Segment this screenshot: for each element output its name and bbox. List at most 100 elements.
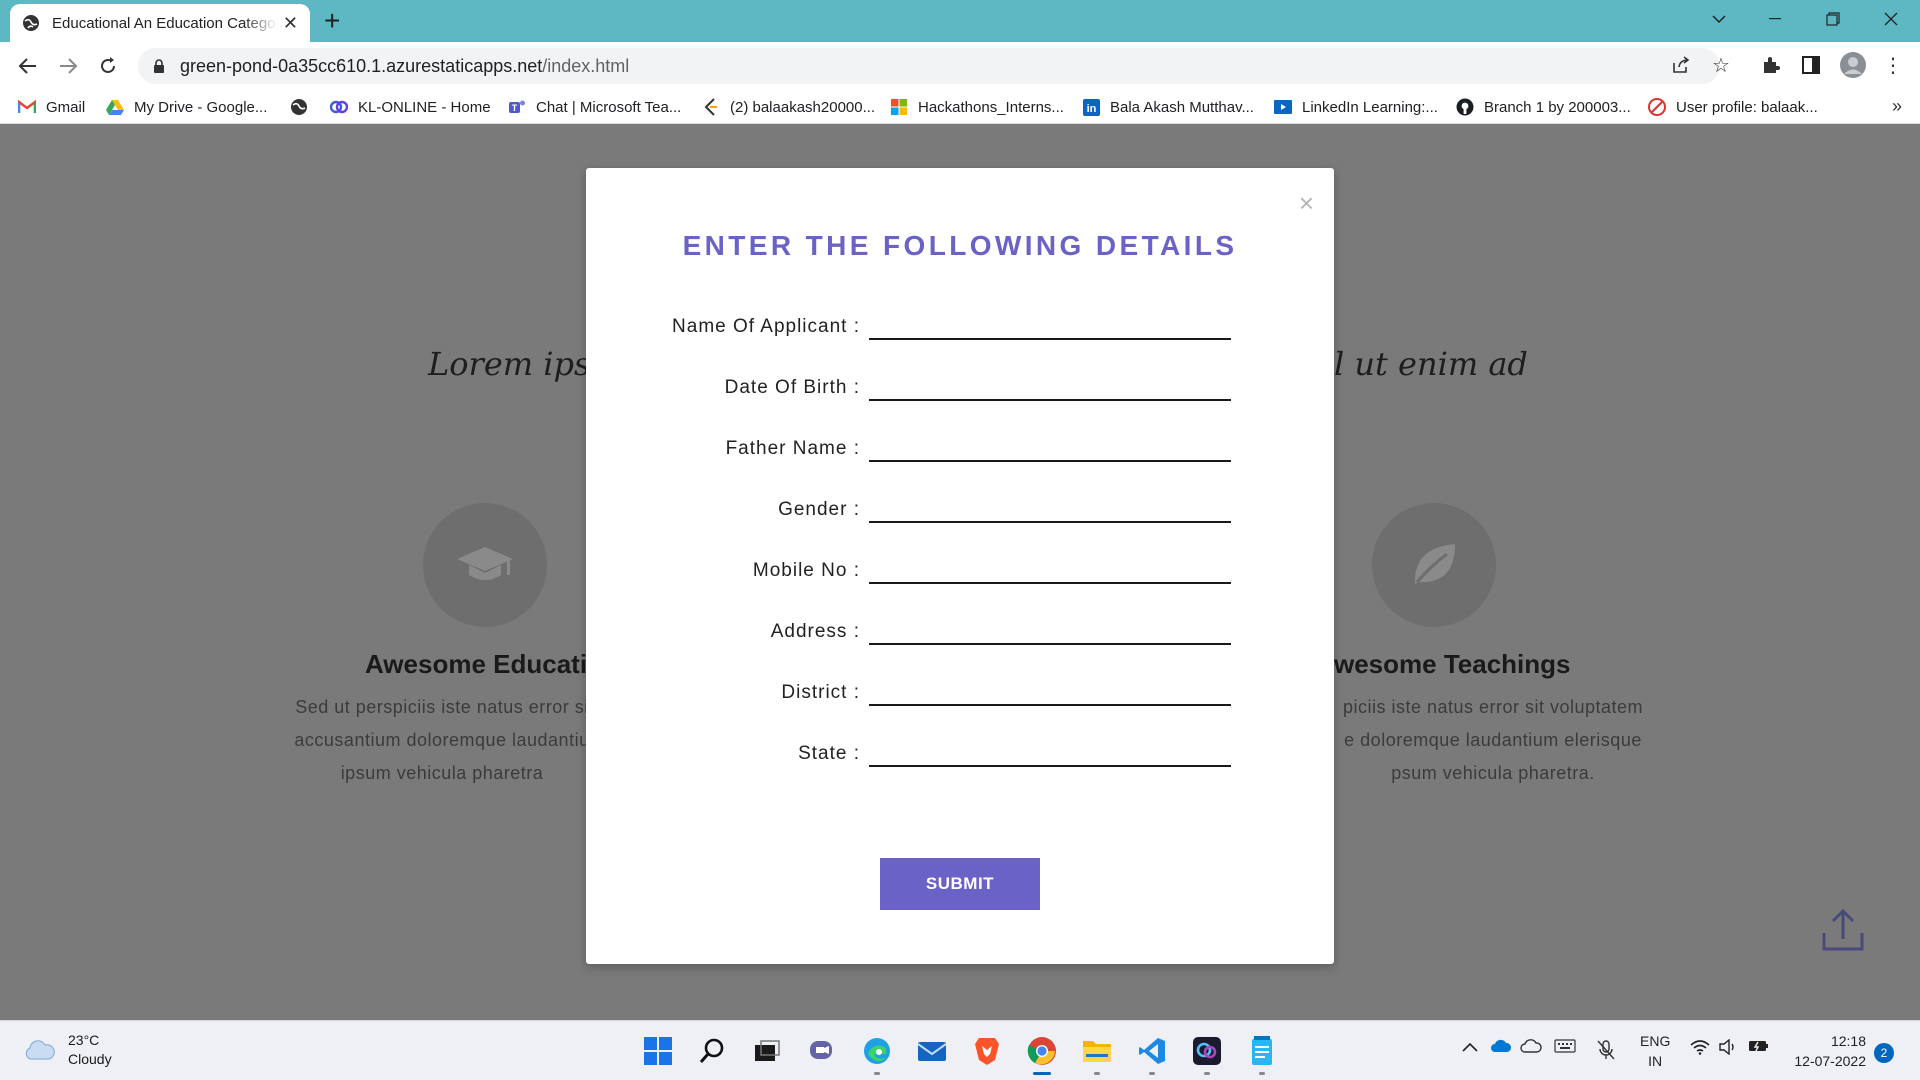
window-close-icon[interactable] — [1866, 0, 1916, 38]
keyboard-icon[interactable] — [1554, 1039, 1576, 1058]
bookmark-teams[interactable]: T Chat | Microsoft Tea... — [508, 97, 681, 117]
battery-icon[interactable] — [1748, 1039, 1770, 1058]
microphone-muted-icon[interactable] — [1596, 1039, 1616, 1066]
system-clock[interactable]: 12:18 12-07-2022 — [1786, 1031, 1866, 1071]
tab-title: Educational An Education Catego — [52, 14, 276, 32]
chrome-icon[interactable] — [1024, 1033, 1060, 1075]
forward-arrow-icon[interactable] — [54, 52, 82, 80]
linkedin-icon: in — [1082, 98, 1100, 116]
browser-toolbar: green-pond-0a35cc610.1.azurestaticapps.n… — [0, 42, 1920, 90]
language-indicator[interactable]: ENG IN — [1640, 1031, 1670, 1071]
bookmark-user-profile[interactable]: User profile: balaak... — [1648, 97, 1818, 117]
field-label: Mobile No : — [752, 560, 860, 581]
restore-icon[interactable] — [1808, 0, 1858, 38]
field-label: State : — [798, 743, 860, 764]
wifi-icon[interactable] — [1690, 1039, 1710, 1060]
gender-input[interactable] — [869, 489, 1231, 523]
tab-close-icon[interactable]: ✕ — [283, 13, 298, 34]
bookmark-leetcode[interactable]: (2) balaakash20000... — [702, 97, 875, 117]
leaf-icon — [1372, 503, 1496, 627]
windows-taskbar: 23°C Cloudy ENG IN 12:18 12-07-2022 2 — [0, 1020, 1920, 1080]
district-input[interactable] — [869, 672, 1231, 706]
profile-avatar[interactable] — [1838, 50, 1868, 80]
address-input[interactable] — [869, 611, 1231, 645]
chevron-up-icon[interactable] — [1462, 1039, 1478, 1057]
weather-temp: 23°C — [68, 1032, 100, 1048]
extensions-icon[interactable] — [1756, 50, 1786, 80]
back-arrow-icon[interactable] — [14, 52, 42, 80]
field-label: Address : — [770, 621, 860, 642]
bookmark-linkedin[interactable]: in Bala Akash Mutthav... — [1082, 97, 1254, 117]
bookmark-hackathons[interactable]: Hackathons_Interns... — [890, 97, 1064, 117]
onedrive-personal-icon[interactable] — [1520, 1039, 1542, 1058]
search-icon[interactable] — [694, 1033, 730, 1069]
globe-icon — [22, 14, 40, 32]
weather-widget[interactable]: 23°C Cloudy — [22, 1031, 112, 1069]
mobile-no-input[interactable] — [869, 550, 1231, 584]
tab-search-icon[interactable] — [1694, 0, 1744, 38]
browser-tab-active[interactable]: Educational An Education Catego ✕ — [10, 4, 310, 42]
volume-icon[interactable] — [1718, 1038, 1738, 1060]
scroll-to-top-icon[interactable] — [1820, 907, 1866, 953]
task-view-icon[interactable] — [749, 1033, 785, 1069]
onedrive-icon[interactable] — [1490, 1039, 1512, 1058]
bookmark-drive[interactable]: My Drive - Google... — [106, 97, 267, 117]
submit-button[interactable]: SUBMIT — [880, 858, 1040, 910]
file-explorer-icon[interactable] — [1079, 1033, 1115, 1075]
bookmark-gmail[interactable]: Gmail — [18, 97, 85, 117]
father-name-input[interactable] — [869, 428, 1231, 462]
linkedin-learning-icon — [1274, 98, 1292, 116]
feature-title-education: Awesome Educatio — [365, 649, 603, 679]
svg-text:in: in — [1086, 103, 1096, 115]
mail-icon[interactable] — [914, 1033, 950, 1069]
date-of-birth-input[interactable] — [869, 367, 1231, 401]
leetcode-icon — [702, 98, 720, 116]
field-label: Date Of Birth : — [724, 377, 860, 398]
field-date-of-birth: Date Of Birth : — [586, 367, 1334, 407]
teams-icon: T — [508, 98, 526, 116]
bookmarks-overflow-icon[interactable]: » — [1892, 96, 1902, 117]
modal-close-icon[interactable]: × — [1299, 190, 1314, 216]
teams-chat-icon[interactable] — [804, 1033, 840, 1069]
microsoft-icon — [890, 98, 908, 116]
field-district: District : — [586, 672, 1334, 712]
bookmark-kl-online[interactable]: KL-ONLINE - Home — [330, 97, 491, 117]
bookmark-star-icon[interactable]: ☆ — [1706, 50, 1736, 80]
notepad-icon[interactable] — [1244, 1033, 1280, 1075]
reload-icon[interactable] — [94, 52, 122, 80]
gmail-icon — [18, 98, 36, 116]
script-heading-right: l ut enim ad — [1334, 345, 1528, 383]
share-icon[interactable] — [1666, 50, 1696, 80]
feature-text-education: Sed ut perspiciis iste natus error si ac… — [294, 697, 590, 783]
edge-icon[interactable] — [859, 1033, 895, 1075]
minimize-icon[interactable] — [1750, 0, 1800, 38]
bookmarks-bar: Gmail My Drive - Google... KL-ONLINE - H… — [0, 90, 1920, 124]
applicant-name-input[interactable] — [869, 306, 1231, 340]
notification-badge[interactable]: 2 — [1874, 1043, 1894, 1063]
field-gender: Gender : — [586, 489, 1334, 529]
bookmark-globe[interactable] — [290, 97, 318, 117]
app-launcher-icon[interactable] — [1189, 1033, 1225, 1075]
vscode-icon[interactable] — [1134, 1033, 1170, 1075]
field-state: State : — [586, 733, 1334, 773]
field-mobile-no: Mobile No : — [586, 550, 1334, 590]
profile-icon — [1648, 98, 1666, 116]
bookmark-linkedin-learning[interactable]: LinkedIn Learning:... — [1274, 97, 1438, 117]
field-label: District : — [781, 682, 860, 703]
new-tab-button[interactable]: + — [324, 6, 340, 36]
graduation-cap-icon — [423, 503, 547, 627]
feature-text-teachings: piciis iste natus error sit voluptatem e… — [1342, 697, 1644, 783]
address-bar[interactable]: green-pond-0a35cc610.1.azurestaticapps.n… — [138, 48, 1720, 84]
state-input[interactable] — [869, 733, 1231, 767]
field-label: Father Name : — [725, 438, 860, 459]
svg-text:T: T — [512, 103, 518, 113]
google-drive-icon — [106, 98, 124, 116]
kl-online-icon — [330, 98, 348, 116]
brave-icon[interactable] — [969, 1033, 1005, 1069]
field-label: Gender : — [778, 499, 860, 520]
start-windows-icon[interactable] — [640, 1033, 676, 1069]
chrome-menu-icon[interactable]: ⋮ — [1878, 50, 1908, 80]
sidepanel-icon[interactable] — [1796, 50, 1826, 80]
bookmark-github[interactable]: Branch 1 by 200003... — [1456, 97, 1631, 117]
cloud-icon — [22, 1039, 56, 1061]
